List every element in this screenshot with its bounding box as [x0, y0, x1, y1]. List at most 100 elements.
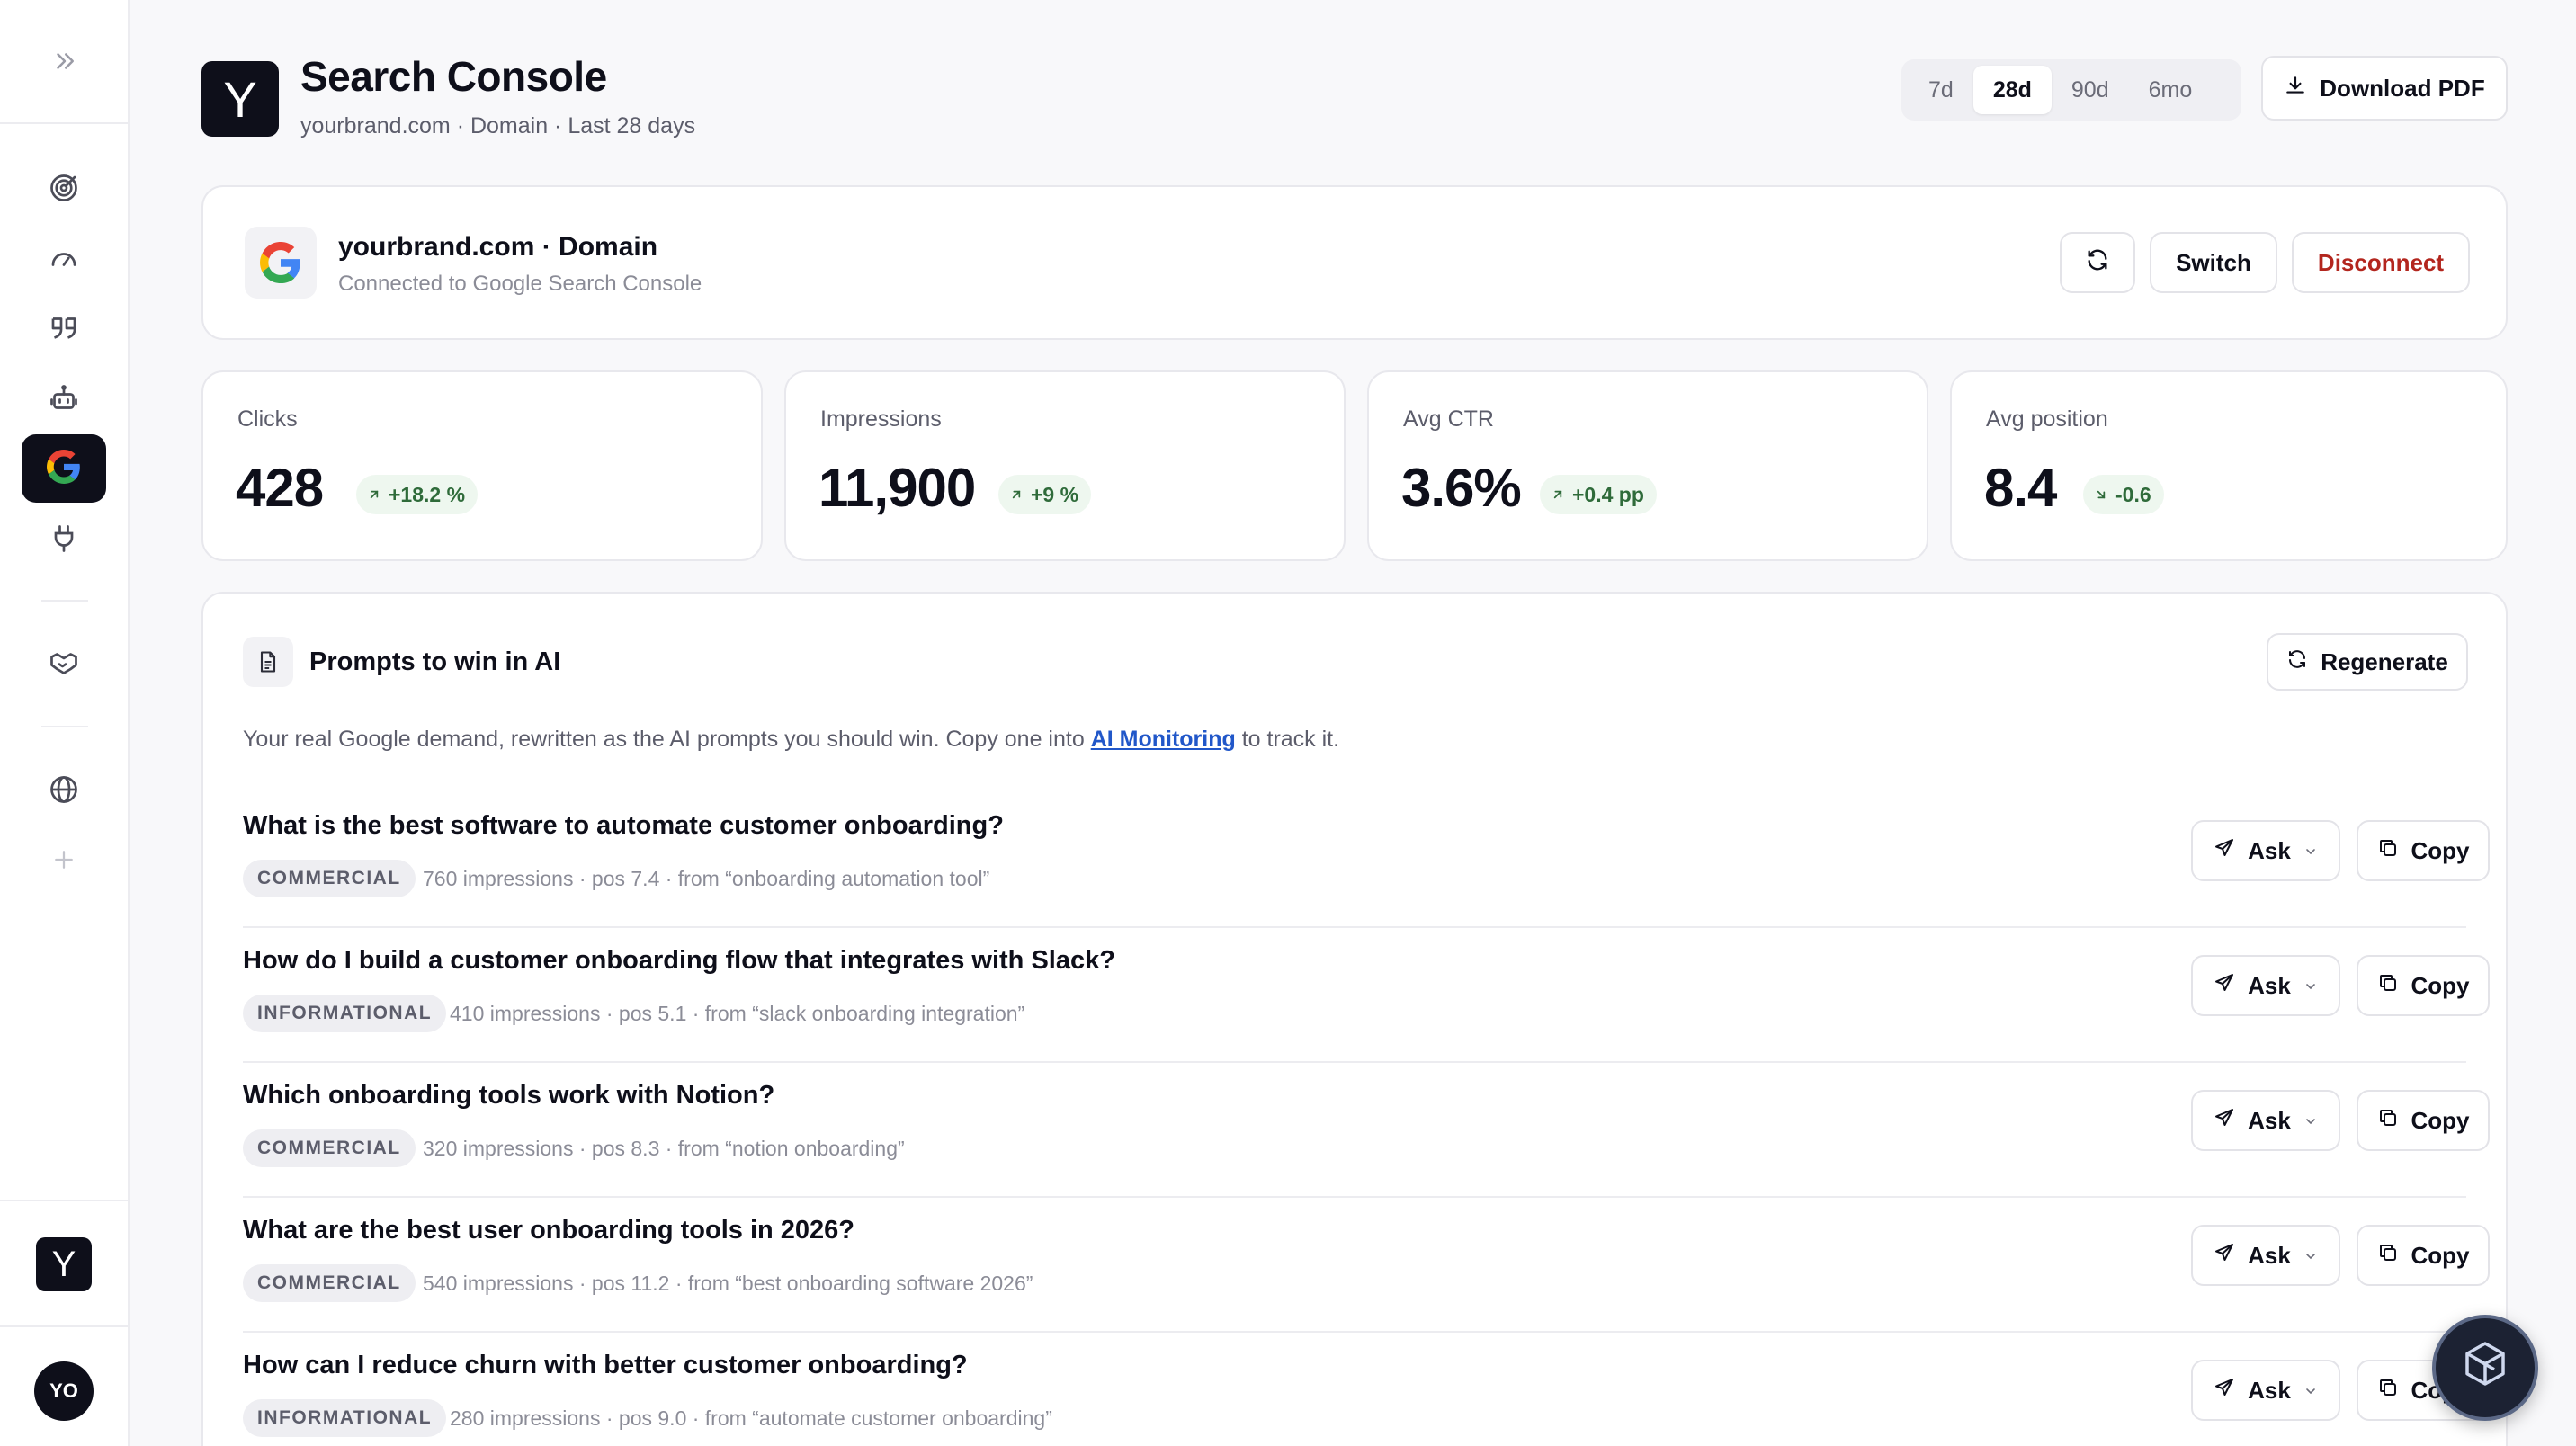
range-28d-button[interactable]: 28d — [1972, 66, 2052, 114]
prompt-row: What is the best software to automate cu… — [243, 793, 2490, 928]
ask-button[interactable]: Ask — [2191, 1090, 2340, 1151]
intent-tag: COMMERCIAL — [243, 860, 416, 897]
refresh-icon — [2085, 247, 2110, 279]
metric-delta-value: +9 % — [1031, 482, 1079, 506]
refresh-button[interactable] — [2060, 232, 2135, 293]
metric-delta-value: +0.4 pp — [1572, 482, 1644, 506]
refresh-icon — [2286, 648, 2308, 676]
sidebar-divider — [0, 1326, 130, 1327]
copy-button[interactable]: Copy — [2357, 820, 2490, 881]
metric-label: Clicks — [237, 406, 298, 432]
metric-value: 8.4 — [1984, 458, 2057, 518]
copy-button[interactable]: Copy — [2357, 1225, 2490, 1286]
send-icon — [2214, 1377, 2235, 1405]
copy-icon — [2377, 837, 2399, 865]
ask-button[interactable]: Ask — [2191, 1360, 2340, 1421]
robot-icon[interactable] — [22, 364, 106, 433]
quote-icon[interactable] — [22, 294, 106, 362]
google-icon — [47, 449, 81, 488]
switch-button[interactable]: Switch — [2150, 232, 2277, 293]
cube-icon — [2458, 1339, 2512, 1397]
plug-icon[interactable] — [22, 504, 106, 573]
download-pdf-label: Download PDF — [2320, 74, 2485, 102]
connection-status: Connected to Google Search Console — [338, 272, 702, 296]
ai-monitoring-link[interactable]: AI Monitoring — [1091, 727, 1236, 752]
copy-button[interactable]: Copy — [2357, 955, 2490, 1016]
ask-button[interactable]: Ask — [2191, 1225, 2340, 1286]
copy-icon — [2377, 1377, 2399, 1405]
metric-delta-value: -0.6 — [2115, 482, 2151, 506]
brand-logo[interactable]: Y — [36, 1237, 92, 1291]
send-icon — [2214, 1107, 2235, 1135]
prompts-description: Your real Google demand, rewritten as th… — [243, 727, 1339, 753]
sidebar-divider — [0, 122, 130, 124]
disconnect-button[interactable]: Disconnect — [2292, 232, 2470, 293]
chevron-down-icon — [2303, 1242, 2318, 1270]
metric-delta: -0.6 — [2083, 475, 2164, 514]
ask-button[interactable]: Ask — [2191, 820, 2340, 881]
copy-button[interactable]: Copy — [2357, 1090, 2490, 1151]
regenerate-label: Regenerate — [2321, 647, 2448, 675]
expand-icon[interactable] — [45, 43, 85, 79]
globe-icon[interactable] — [22, 755, 106, 824]
ask-label: Ask — [2248, 1376, 2291, 1404]
prompts-card: Prompts to win in AI Regenerate Your rea… — [201, 592, 2508, 1446]
prompt-row: Which onboarding tools work with Notion?… — [243, 1063, 2490, 1198]
page-title: Search Console — [300, 53, 607, 100]
chevron-down-icon — [2303, 837, 2318, 865]
metric-label: Avg position — [1986, 406, 2108, 432]
connection-title: yourbrand.com · Domain — [338, 232, 658, 262]
avatar[interactable]: YO — [34, 1361, 94, 1421]
send-icon — [2214, 837, 2235, 865]
copy-icon — [2377, 1242, 2399, 1270]
metric-delta: +18.2 % — [356, 475, 479, 514]
assistant-fab-button[interactable] — [2432, 1315, 2538, 1421]
app-icon: Y — [201, 61, 279, 137]
target-icon[interactable] — [22, 154, 106, 222]
metric-card-position: Avg position 8.4 -0.6 — [1950, 370, 2508, 561]
handshake-icon[interactable] — [22, 629, 106, 698]
metric-value: 3.6% — [1401, 458, 1522, 518]
sidebar-divider — [41, 600, 88, 602]
ask-label: Ask — [2248, 836, 2291, 864]
arrow-down-right-icon — [2094, 483, 2108, 507]
download-pdf-button[interactable]: Download PDF — [2261, 56, 2508, 120]
description-text: to track it. — [1235, 727, 1340, 752]
sidebar: Y YO — [0, 0, 130, 1446]
arrow-up-right-icon — [1009, 483, 1024, 507]
chevron-down-icon — [2303, 1377, 2318, 1405]
page-subtitle: yourbrand.com · Domain · Last 28 days — [300, 113, 696, 138]
intent-tag: INFORMATIONAL — [243, 995, 447, 1032]
copy-label: Copy — [2411, 1106, 2470, 1134]
arrow-up-right-icon — [367, 483, 381, 507]
ask-button[interactable]: Ask — [2191, 955, 2340, 1016]
metric-value: 428 — [236, 458, 324, 518]
metric-delta-value: +18.2 % — [389, 482, 466, 506]
prompt-row: How can I reduce churn with better custo… — [243, 1333, 2490, 1446]
prompt-question: How can I reduce churn with better custo… — [243, 1351, 968, 1379]
prompt-question: What is the best software to automate cu… — [243, 811, 1004, 840]
metric-delta: +9 % — [998, 475, 1092, 514]
metric-label: Avg CTR — [1403, 406, 1494, 432]
chevron-down-icon — [2303, 972, 2318, 1000]
send-icon — [2214, 1242, 2235, 1270]
range-6mo-button[interactable]: 6mo — [2129, 66, 2213, 114]
prompt-meta: 320 impressions · pos 8.3 · from “notion… — [423, 1137, 905, 1160]
metric-delta: +0.4 pp — [1540, 475, 1657, 514]
plus-icon[interactable] — [22, 826, 106, 894]
gauge-icon[interactable] — [22, 224, 106, 292]
copy-icon — [2377, 1107, 2399, 1135]
regenerate-button[interactable]: Regenerate — [2267, 633, 2468, 691]
range-90d-button[interactable]: 90d — [2052, 66, 2129, 114]
intent-tag: COMMERCIAL — [243, 1129, 416, 1167]
prompt-row: How do I build a customer onboarding flo… — [243, 928, 2490, 1063]
switch-label: Switch — [2176, 248, 2251, 276]
prompt-meta: 280 impressions · pos 9.0 · from “automa… — [450, 1406, 1052, 1430]
date-range-selector: 7d 28d 90d 6mo — [1901, 59, 2241, 120]
ask-label: Ask — [2248, 1106, 2291, 1134]
metric-card-ctr: Avg CTR 3.6% +0.4 pp — [1367, 370, 1928, 561]
range-7d-button[interactable]: 7d — [1909, 66, 1973, 114]
prompts-title: Prompts to win in AI — [309, 647, 561, 676]
connection-card: yourbrand.com · Domain Connected to Goog… — [201, 185, 2508, 340]
sidebar-item-google[interactable] — [22, 434, 106, 503]
